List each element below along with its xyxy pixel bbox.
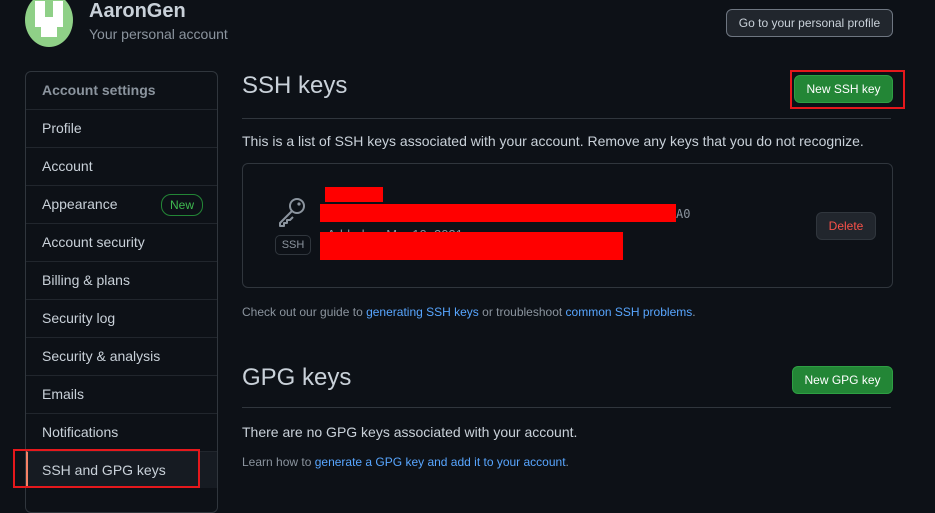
sidebar-item-account-security[interactable]: Account security bbox=[26, 223, 217, 260]
sidebar-item-billing[interactable]: Billing & plans bbox=[26, 261, 217, 298]
divider bbox=[242, 407, 891, 408]
account-type-label: Your personal account bbox=[89, 26, 228, 42]
new-gpg-key-button[interactable]: New GPG key bbox=[792, 366, 893, 394]
sidebar-item-account[interactable]: Account bbox=[26, 147, 217, 184]
sidebar-item-appearance[interactable]: Appearance New bbox=[26, 185, 217, 222]
sidebar-item-security-analysis[interactable]: Security & analysis bbox=[26, 337, 217, 374]
delete-ssh-key-button[interactable]: Delete bbox=[816, 212, 876, 240]
username: AaronGen bbox=[89, 0, 186, 22]
fingerprint-tail: A0 bbox=[676, 207, 691, 221]
redaction-key-title bbox=[325, 187, 383, 202]
go-to-profile-button[interactable]: Go to your personal profile bbox=[726, 9, 893, 37]
sidebar-heading: Account settings bbox=[42, 82, 156, 98]
generate-gpg-key-link[interactable]: generate a GPG key and add it to your ac… bbox=[315, 455, 566, 469]
ssh-help-suffix: . bbox=[692, 305, 696, 319]
ssh-type-badge: SSH bbox=[275, 235, 311, 255]
sidebar-item-profile[interactable]: Profile bbox=[26, 109, 217, 146]
ssh-help-middle: or troubleshoot bbox=[478, 305, 566, 319]
gpg-keys-description: There are no GPG keys associated with yo… bbox=[242, 424, 578, 440]
ssh-help-text: Check out our guide to generating SSH ke… bbox=[242, 305, 696, 319]
redaction-fingerprint bbox=[320, 204, 676, 222]
ssh-help-prefix: Check out our guide to bbox=[242, 305, 367, 319]
sidebar-item-notifications[interactable]: Notifications bbox=[26, 413, 217, 450]
gpg-help-text: Learn how to generate a GPG key and add … bbox=[242, 455, 569, 469]
gpg-keys-title: GPG keys bbox=[242, 364, 352, 391]
sidebar-item-security-log[interactable]: Security log bbox=[26, 299, 217, 336]
sidebar-item-emails[interactable]: Emails bbox=[26, 375, 217, 412]
ssh-button-highlight-box bbox=[790, 70, 905, 109]
gpg-help-suffix: . bbox=[565, 455, 569, 469]
redaction-key-details bbox=[320, 232, 623, 260]
sidebar-highlight-box bbox=[13, 449, 200, 488]
ssh-key-card bbox=[242, 163, 893, 288]
avatar[interactable] bbox=[25, 0, 73, 47]
ssh-keys-title: SSH keys bbox=[242, 72, 348, 99]
common-ssh-problems-link[interactable]: common SSH problems bbox=[566, 305, 693, 319]
sidebar-item-label: Appearance bbox=[42, 196, 118, 212]
ssh-keys-description: This is a list of SSH keys associated wi… bbox=[242, 133, 864, 149]
settings-sidebar: Account settings Profile Account Appeara… bbox=[25, 71, 218, 513]
divider bbox=[242, 118, 891, 119]
new-badge: New bbox=[161, 194, 204, 216]
generating-ssh-keys-link[interactable]: generating SSH keys bbox=[366, 305, 479, 319]
gpg-help-prefix: Learn how to bbox=[242, 455, 315, 469]
key-icon bbox=[279, 198, 305, 227]
